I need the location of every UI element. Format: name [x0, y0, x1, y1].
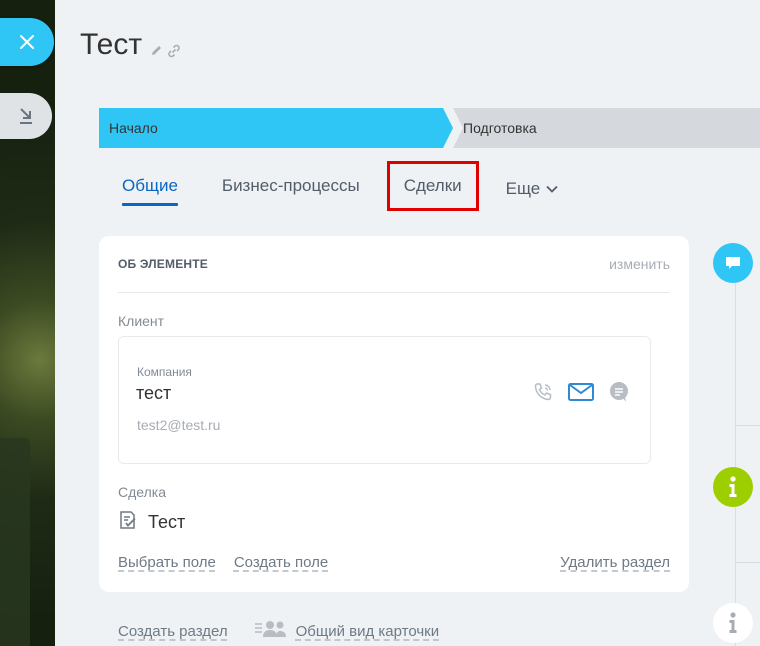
title-row: Тест: [80, 28, 181, 62]
client-email[interactable]: test2@test.ru: [137, 417, 220, 433]
title-icons: [150, 44, 181, 58]
deal-name[interactable]: Тест: [148, 512, 185, 533]
create-field-link[interactable]: Создать поле: [234, 554, 328, 571]
tab-deals[interactable]: Сделки: [386, 161, 479, 211]
client-name[interactable]: тест: [136, 383, 171, 404]
background-panel: [0, 438, 30, 646]
create-section-link[interactable]: Создать раздел: [118, 623, 228, 640]
tab-business-processes[interactable]: Бизнес-процессы: [222, 172, 360, 206]
stage-preparation[interactable]: Подготовка: [453, 108, 760, 148]
close-slider-button[interactable]: [0, 18, 54, 66]
entity-slider: Тест Начало Подготовка Общие Бизнес-проц…: [55, 0, 760, 646]
tab-more[interactable]: Еще: [506, 172, 559, 206]
phone-icon[interactable]: [532, 381, 554, 403]
client-actions: [532, 381, 630, 403]
minimize-slider-button[interactable]: [0, 93, 52, 139]
timeline-separator: [735, 562, 760, 563]
email-icon[interactable]: [568, 383, 594, 401]
minimize-arrow-icon: [20, 108, 32, 124]
card-header: ОБ ЭЛЕМЕНТЕ изменить: [118, 236, 670, 293]
timeline-line: [735, 262, 736, 646]
tab-general[interactable]: Общие: [122, 172, 178, 206]
deal-row: Тест: [118, 510, 185, 535]
client-label: Клиент: [118, 313, 165, 329]
stage-start-label: Начало: [109, 120, 158, 136]
users-list-icon: [254, 619, 288, 644]
tab-deals-label: Сделки: [403, 176, 462, 195]
chat-icon[interactable]: [608, 381, 630, 403]
deal-label: Сделка: [118, 484, 166, 500]
timeline-comment-icon: [713, 243, 753, 283]
close-icon: [20, 35, 34, 49]
client-type: Компания: [137, 365, 192, 379]
about-card: ОБ ЭЛЕМЕНТЕ изменить Клиент Компания тес…: [99, 236, 689, 592]
bottom-links: Создать раздел Общий вид карточки: [118, 619, 439, 644]
stage-preparation-label: Подготовка: [463, 120, 537, 136]
card-footer-links: Выбрать поле Создать поле: [118, 554, 328, 571]
stage-bar: Начало Подготовка: [99, 108, 760, 148]
card-title: ОБ ЭЛЕМЕНТЕ: [118, 257, 208, 271]
common-view-control[interactable]: Общий вид карточки: [254, 619, 440, 644]
card-footer-right: Удалить раздел: [560, 554, 670, 572]
pencil-icon[interactable]: [150, 44, 163, 58]
select-field-link[interactable]: Выбрать поле: [118, 554, 216, 571]
client-box: Компания тест test2@test.ru: [118, 336, 651, 464]
timeline-info-icon: [713, 603, 753, 643]
page-title: Тест: [80, 28, 143, 61]
deal-doc-icon: [118, 510, 138, 535]
timeline-separator: [735, 425, 760, 426]
common-view-link: Общий вид карточки: [295, 623, 440, 640]
link-icon[interactable]: [167, 44, 181, 58]
chevron-down-icon: [546, 185, 558, 193]
stage-start[interactable]: Начало: [99, 108, 453, 148]
card-edit-link[interactable]: изменить: [609, 256, 670, 272]
tab-more-label: Еще: [505, 179, 541, 198]
timeline-info-icon: [713, 467, 753, 507]
delete-section-link[interactable]: Удалить раздел: [560, 554, 670, 571]
tabs: Общие Бизнес-процессы Сделки Еще: [122, 161, 602, 211]
